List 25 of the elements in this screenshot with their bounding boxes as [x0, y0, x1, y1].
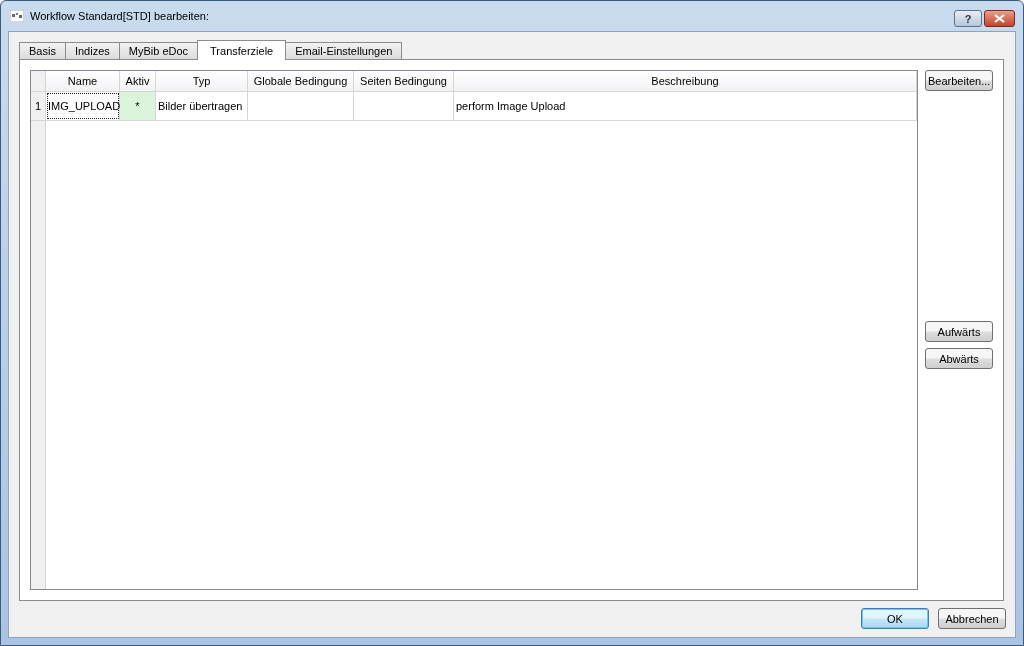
tab[interactable]: Basis — [19, 42, 66, 59]
table-cell: Bilder übertragen — [156, 92, 248, 120]
app-icon — [10, 10, 24, 22]
column-header[interactable]: Seiten Bedingung — [354, 71, 454, 91]
column-header[interactable]: Aktiv — [120, 71, 156, 91]
close-button[interactable] — [984, 10, 1015, 27]
column-header[interactable]: Globale Bedingung — [248, 71, 354, 91]
move-button[interactable]: Aufwärts — [925, 321, 993, 342]
tab[interactable]: Email-Einstellungen — [285, 42, 403, 59]
window-title: Workflow Standard[STD] bearbeiten: — [30, 10, 209, 22]
tab[interactable]: MyBib eDoc — [118, 42, 199, 59]
dialog-button[interactable]: Abbrechen — [938, 608, 1006, 629]
move-button[interactable]: Abwärts — [925, 348, 993, 369]
table-cell: perform Image Upload — [454, 92, 917, 120]
help-button[interactable]: ? — [954, 10, 982, 27]
tab[interactable]: Transferziele — [197, 40, 287, 60]
tab[interactable]: Indizes — [64, 42, 120, 59]
table-cell: * — [120, 92, 156, 120]
edit-button[interactable]: Bearbeiten... — [925, 70, 993, 91]
dialog-button[interactable]: OK — [861, 608, 929, 629]
column-header[interactable]: Name — [46, 71, 120, 91]
close-icon — [994, 14, 1005, 23]
column-header[interactable]: Typ — [156, 71, 248, 91]
column-header[interactable]: Beschreibung — [454, 71, 917, 91]
row-number: 1 — [31, 92, 46, 120]
